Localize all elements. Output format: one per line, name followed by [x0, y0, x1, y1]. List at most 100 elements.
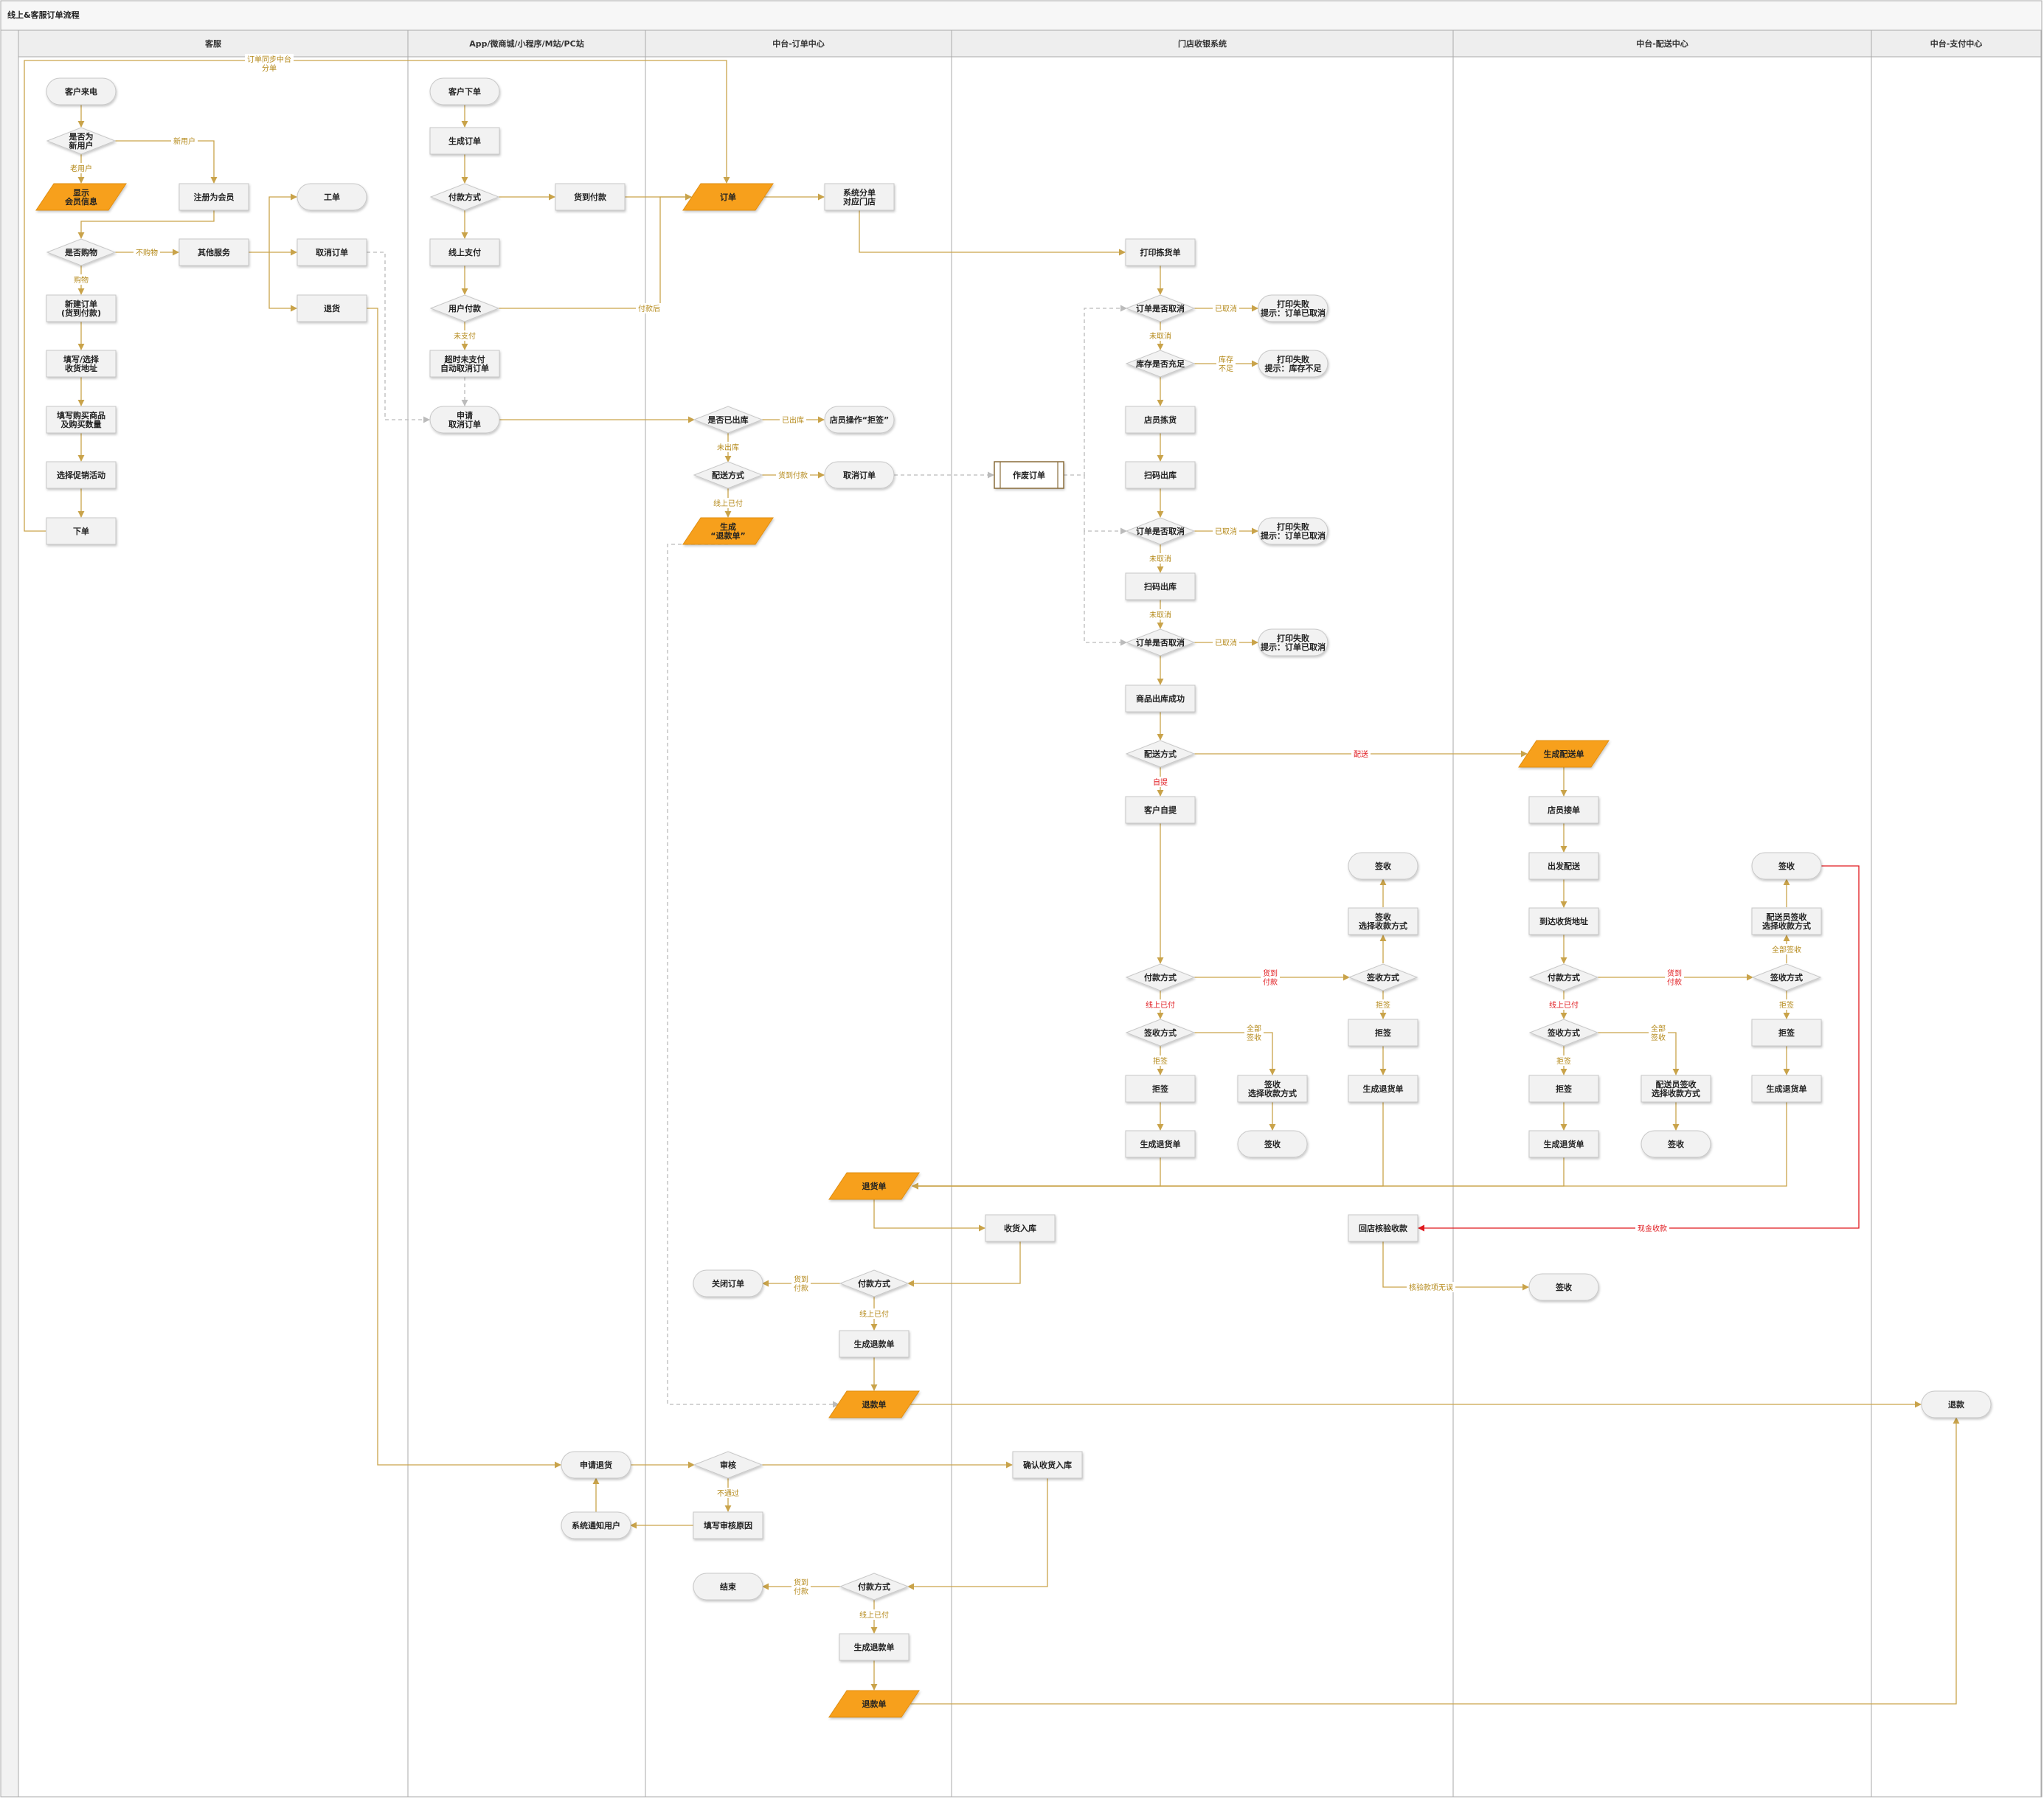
node-label: 选择促销活动 [57, 470, 105, 480]
edge-label-cancelled3: 已取消 [1215, 638, 1237, 648]
lane-title: 门店收银系统 [1178, 38, 1227, 49]
flow-node-app-cod: 货到付款 [555, 183, 626, 211]
node-label: 是否已出库 [707, 415, 749, 425]
node-label: 其他服务 [198, 247, 231, 257]
node-label: 填写审核原因 [704, 1520, 752, 1531]
edge-label-cod-dc: 货到付款 [1667, 968, 1682, 987]
flow-node-dc-sign1: 签收 [1641, 1130, 1711, 1158]
edge-label-afterpay: 付款后 [638, 304, 660, 313]
edge-label-cod2: 货到付款 [794, 1275, 808, 1293]
flow-node-kf-neworder: 新建订单(货到付款) [46, 294, 117, 322]
flow-node-st-signsel: 签收选择收款方式 [1237, 1075, 1308, 1103]
node-label: 客户来电 [64, 86, 97, 97]
node-label: 库存是否充足 [1136, 358, 1185, 369]
flow-node-st-fail2: 打印失败提示：库存不足 [1258, 350, 1328, 378]
flow-node-kf-other: 其他服务 [179, 238, 249, 266]
node-label: 配送方式 [712, 470, 744, 480]
flow-node-st-receive: 收货入库 [985, 1214, 1056, 1242]
node-label: 拒签 [1556, 1084, 1573, 1094]
node-label: 退货 [324, 303, 340, 313]
flow-node-app-online: 线上支付 [429, 238, 500, 266]
node-label: 订单是否取消 [1136, 526, 1185, 536]
edge-label-shipped: 已出库 [782, 415, 804, 425]
flow-node-st-scan2: 扫码出库 [1125, 572, 1196, 600]
flow-node-dc-reject: 拒签 [1528, 1075, 1599, 1103]
flow-node-kf-cancel: 取消订单 [297, 238, 367, 266]
flow-node-dc-arrive: 到达收货地址 [1528, 907, 1599, 935]
edge-label-reject-st: 拒签 [1153, 1056, 1168, 1066]
node-label: 注册为会员 [194, 192, 235, 202]
pool-gutter [0, 30, 19, 1798]
node-label: 生成退货单 [1363, 1084, 1404, 1094]
node-label: 申请退货 [580, 1460, 612, 1470]
flow-node-oc-cancel: 取消订单 [824, 461, 895, 489]
node-label: 付款方式 [1548, 972, 1580, 982]
node-label: 取消订单 [843, 470, 876, 480]
flow-node-oc-end: 结束 [693, 1573, 763, 1601]
flow-node-st-void: 作废订单 [994, 461, 1064, 489]
node-label: 签收方式 [1547, 1027, 1580, 1038]
node-label: 拒签 [1375, 1027, 1392, 1038]
node-label: 用户付款 [448, 303, 482, 313]
edge-label-unpaid: 未支付 [454, 331, 476, 341]
edge-label-onlinepaid: 线上已付 [713, 499, 743, 508]
edge-label-online-dc: 线上已付 [1549, 1000, 1579, 1010]
flow-node-oc-genrefund: 生成退款单 [839, 1330, 910, 1358]
node-label: 店员拣货 [1144, 415, 1177, 425]
node-label: 签收 [1667, 1139, 1684, 1149]
node-label: 出发配送 [1548, 861, 1581, 871]
flow-node-st-sign2: 签收 [1348, 852, 1418, 880]
node-label: 签收方式 [1366, 972, 1399, 982]
lane-title: 中台-配送中心 [1636, 38, 1688, 49]
edge-label-cod3: 货到付款 [794, 1578, 808, 1596]
node-label: 客户自提 [1143, 805, 1177, 815]
flow-node-st-pick: 店员拣货 [1125, 406, 1196, 434]
flow-node-kf-goods: 填写购买商品及购买数量 [46, 406, 117, 434]
edge-label-buy: 购物 [74, 275, 89, 285]
node-label: 线上支付 [448, 247, 481, 257]
edge-label-notcancelled1: 未取消 [1149, 331, 1171, 341]
node-label: 系统通知用户 [572, 1520, 620, 1531]
edge-label-online2: 线上已付 [859, 1309, 889, 1319]
flow-node-dc-signsel: 配送员签收选择收款方式 [1641, 1075, 1711, 1103]
edge-label-all-dc: 全部签收 [1651, 1024, 1666, 1042]
node-label: 结束 [719, 1581, 737, 1592]
node-label: 生成订单 [448, 136, 481, 146]
node-label: 订单是否取消 [1136, 637, 1185, 648]
edge-label-stockout: 库存不足 [1219, 355, 1233, 373]
node-label: 付款方式 [448, 192, 481, 202]
node-label: 生成退货单 [1544, 1139, 1584, 1149]
node-label: 扫码出库 [1144, 470, 1177, 480]
flow-node-st-verify: 回店核验收款 [1348, 1214, 1418, 1242]
node-label: 签收方式 [1143, 1027, 1177, 1038]
lane-title: 客服 [204, 38, 222, 49]
node-label: 新建订单(货到付款) [61, 299, 101, 318]
node-label: 退货单 [862, 1181, 887, 1191]
flow-node-st-selfpick: 客户自提 [1125, 796, 1196, 824]
diagram-frame [0, 0, 2043, 1798]
node-label: 填写/选择收货地址 [63, 354, 100, 373]
node-label: 客户下单 [448, 86, 481, 97]
edge-label-reject-dc: 拒签 [1556, 1056, 1571, 1066]
flow-node-oc-auditfill: 填写审核原因 [693, 1511, 763, 1539]
flow-node-dc-depart: 出发配送 [1528, 852, 1599, 880]
node-label: 生成退货单 [1140, 1139, 1181, 1149]
flow-node-st-sign1: 签收 [1237, 1130, 1308, 1158]
flow-node-st-genreturn2: 生成退货单 [1348, 1075, 1418, 1103]
flow-node-oc-genrefund2: 生成退款单 [839, 1633, 910, 1661]
node-label: 签收 [1264, 1139, 1281, 1149]
lane-title: 中台-订单中心 [772, 38, 825, 49]
edge-label-selfpick: 自提 [1153, 777, 1168, 787]
flow-node-app-notify: 系统通知用户 [561, 1511, 631, 1539]
node-label: 回店核验收款 [1359, 1223, 1408, 1233]
flow-node-st-outok: 商品出库成功 [1125, 684, 1196, 713]
edge-label-all-st: 全部签收 [1247, 1024, 1261, 1042]
node-label: 生成退款单 [854, 1642, 895, 1652]
flow-node-st-fail4: 打印失败提示：订单已取消 [1258, 628, 1328, 656]
node-label: 收货入库 [1004, 1223, 1036, 1233]
flow-node-dc-genreturn: 生成退货单 [1528, 1130, 1599, 1158]
flow-node-dc-sign3: 签收 [1528, 1273, 1599, 1301]
node-label: 工单 [324, 192, 340, 202]
node-label: 配送员签收选择收款方式 [1762, 912, 1811, 931]
flow-node-oc-reject: 店员操作“拒签” [824, 406, 895, 434]
